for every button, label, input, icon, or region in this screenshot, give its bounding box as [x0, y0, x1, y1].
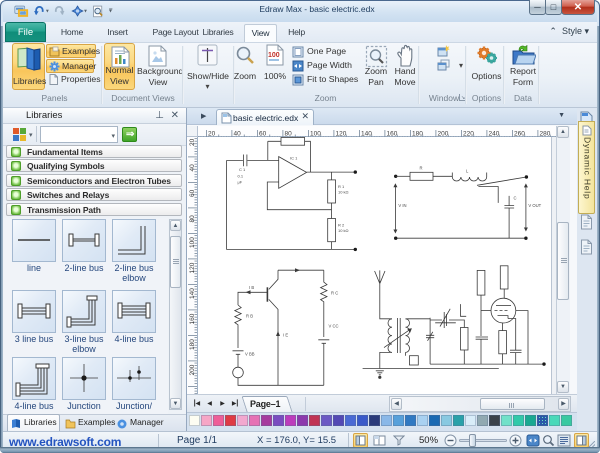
svg-text:10 kΩ: 10 kΩ — [338, 228, 349, 233]
svg-text:V IN: V IN — [398, 203, 406, 208]
svg-text:R 1: R 1 — [338, 184, 345, 189]
svg-text:R C: R C — [331, 291, 338, 296]
svg-text:180: 180 — [189, 339, 196, 350]
svg-text:160: 160 — [189, 313, 196, 324]
svg-text:C 1: C 1 — [239, 167, 246, 172]
svg-text:V OUT: V OUT — [528, 203, 541, 208]
svg-text:R B: R B — [246, 314, 253, 319]
svg-text:R 2: R 2 — [338, 223, 345, 228]
svg-text:I E: I E — [283, 333, 288, 338]
svg-text:R: R — [420, 166, 423, 171]
svg-text:0.1: 0.1 — [238, 174, 244, 179]
svg-text:140: 140 — [189, 288, 196, 299]
svg-text:I B: I B — [249, 285, 254, 290]
svg-text:L: L — [466, 169, 469, 174]
svg-text:60: 60 — [189, 189, 196, 197]
svg-text:V CC: V CC — [329, 324, 339, 329]
svg-text:100: 100 — [268, 52, 280, 59]
svg-text:10 kΩ: 10 kΩ — [338, 190, 349, 195]
svg-text:80: 80 — [189, 215, 196, 223]
svg-text:V BB: V BB — [245, 352, 255, 357]
svg-text:200: 200 — [189, 364, 196, 375]
svg-text:μF: μF — [238, 180, 243, 185]
svg-text:IC 1: IC 1 — [290, 156, 298, 161]
svg-text:40: 40 — [189, 164, 196, 172]
svg-text:100: 100 — [189, 237, 196, 248]
svg-text:20: 20 — [189, 138, 196, 146]
svg-text:120: 120 — [189, 262, 196, 273]
svg-text:C: C — [514, 196, 517, 201]
